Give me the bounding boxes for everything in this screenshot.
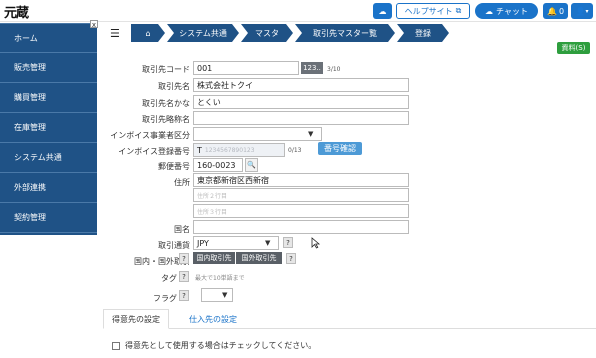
address-line1-input[interactable]: 東京都新宿区西新宿: [193, 173, 409, 187]
chat-button[interactable]: ☁ チャット: [475, 3, 538, 19]
hamburger-menu-icon[interactable]: ☰: [110, 27, 120, 40]
invoice-type-select[interactable]: [193, 127, 322, 141]
flag-select[interactable]: [201, 288, 233, 302]
chevron-down-icon: ▼: [222, 291, 228, 299]
breadcrumb-label: マスタ: [255, 28, 279, 38]
breadcrumb-label: システム共通: [179, 28, 227, 38]
sidebar-item-label: 契約管理: [14, 213, 46, 222]
tag-note: 最大で10単語まで: [195, 275, 245, 282]
address-line3-input[interactable]: 住所３行目: [193, 204, 409, 218]
kana-label: 取引先名かな: [142, 99, 190, 108]
customer-checkbox[interactable]: [112, 341, 120, 350]
sidebar-item-label: 購買管理: [14, 93, 46, 102]
address-line2-input[interactable]: 住所２行目: [193, 188, 409, 202]
sidebar-item-label: ホーム: [14, 33, 38, 43]
tag-label: タグ: [161, 274, 177, 283]
chat-label: チャット: [496, 6, 528, 16]
breadcrumb-label: 取引先マスター覧: [313, 28, 377, 38]
country-input[interactable]: [193, 220, 409, 234]
address-label: 住所: [174, 178, 190, 187]
breadcrumb-register: 登録: [397, 24, 449, 42]
sidebar-item-label: 外部連携: [14, 183, 46, 192]
sidebar-item-label: システム共通: [14, 153, 62, 162]
sidebar-item-system[interactable]: システム共通: [0, 143, 97, 173]
home-icon: ⌂: [145, 28, 151, 38]
domestic-option[interactable]: 国内取引先: [193, 252, 235, 264]
notification-button[interactable]: 🔔 0: [543, 3, 568, 19]
domestic-help2-button[interactable]: ?: [286, 253, 296, 264]
customer-check-row[interactable]: 得意先として使用する場合はチェックしてください。: [112, 340, 316, 351]
help-site-label: ヘルプサイト: [404, 6, 453, 16]
code-number-button[interactable]: 123..: [301, 62, 323, 74]
country-label: 国名: [174, 225, 190, 234]
check-number-button[interactable]: 番号確認: [318, 142, 362, 155]
help-site-button[interactable]: ヘルプサイト ⧉: [396, 3, 470, 19]
mouse-pointer-icon: [311, 237, 321, 249]
foreign-option[interactable]: 国外取引先: [236, 252, 282, 264]
flag-help-button[interactable]: ?: [179, 290, 189, 301]
zip-search-button[interactable]: 🔍: [245, 158, 258, 172]
invoice-prefix: T: [197, 145, 202, 155]
sidebar-item-purchase[interactable]: 購買管理: [0, 83, 97, 113]
cloud-icon: ☁: [378, 6, 387, 16]
cloud-chat-icon: ☁: [485, 6, 494, 16]
bell-icon: 🔔: [546, 6, 557, 16]
sidebar-item-contract[interactable]: 契約管理: [0, 203, 97, 233]
breadcrumb-master[interactable]: マスタ: [241, 24, 293, 42]
breadcrumb-label: 登録: [415, 28, 431, 38]
caret-down-icon: ▾: [585, 7, 589, 15]
app-logo[interactable]: 元蔵: [4, 2, 29, 21]
sidebar: ホーム 販売管理 購買管理 在庫管理 システム共通 外部連携 契約管理: [0, 23, 97, 235]
cloud-button[interactable]: ☁: [373, 3, 392, 19]
user-icon: 👤: [575, 6, 586, 16]
invoice-number-input[interactable]: T 1234567890123: [193, 143, 285, 157]
breadcrumb: ⌂ システム共通 マスタ 取引先マスター覧 登録: [131, 24, 451, 42]
invoice-counter: 0/13: [288, 147, 302, 154]
tab-customer-settings[interactable]: 得意先の設定: [103, 309, 169, 329]
materials-button[interactable]: 資料(S): [557, 42, 590, 54]
chevron-down-icon: ▼: [308, 130, 314, 138]
notification-count: 0: [558, 6, 565, 16]
kana-input[interactable]: とくい: [193, 95, 409, 109]
tag-help-button[interactable]: ?: [179, 271, 189, 282]
name-input[interactable]: 株式会社トクイ: [193, 78, 409, 92]
sidebar-close-button[interactable]: x: [90, 20, 98, 29]
top-bar: 元蔵 ☁ ヘルプサイト ⧉ ☁ チャット 🔔 0 👤 ▾: [0, 0, 596, 22]
settings-tabs: 得意先の設定 仕入先の設定: [103, 309, 596, 329]
user-menu-button[interactable]: 👤 ▾: [571, 3, 593, 19]
domestic-label: 国内・国外取引: [134, 257, 190, 266]
breadcrumb-partner-list[interactable]: 取引先マスター覧: [295, 24, 395, 42]
chevron-down-icon: ▼: [265, 239, 271, 247]
invoice-type-label: インボイス事業者区分: [110, 131, 190, 140]
currency-help-button[interactable]: ?: [283, 237, 293, 248]
code-counter: 3/10: [327, 66, 341, 73]
search-icon: 🔍: [247, 161, 256, 169]
breadcrumb-home[interactable]: ⌂: [131, 24, 165, 42]
sidebar-item-label: 在庫管理: [14, 123, 46, 132]
breadcrumb-system[interactable]: システム共通: [167, 24, 239, 42]
code-input[interactable]: 001: [193, 61, 299, 75]
sidebar-item-sales[interactable]: 販売管理: [0, 53, 97, 83]
external-link-icon: ⧉: [455, 6, 462, 15]
customer-check-label: 得意先として使用する場合はチェックしてください。: [125, 341, 317, 350]
short-name-input[interactable]: [193, 111, 409, 125]
invoice-placeholder: 1234567890123: [204, 146, 255, 154]
currency-label: 取引通貨: [158, 241, 190, 250]
sidebar-item-home[interactable]: ホーム: [0, 23, 97, 53]
name-label: 取引先名: [158, 82, 190, 91]
invoice-number-label: インボイス登録番号: [118, 147, 190, 156]
sidebar-item-label: 販売管理: [14, 63, 46, 72]
domestic-help-button[interactable]: ?: [179, 253, 189, 264]
zip-input[interactable]: 160-0023: [193, 158, 243, 172]
zip-label: 郵便番号: [158, 162, 190, 171]
code-label: 取引先コード: [142, 65, 190, 74]
tab-supplier-settings[interactable]: 仕入先の設定: [181, 309, 245, 329]
short-name-label: 取引先略称名: [142, 115, 190, 124]
sidebar-item-inventory[interactable]: 在庫管理: [0, 113, 97, 143]
flag-label: フラグ: [153, 294, 177, 303]
sidebar-item-external[interactable]: 外部連携: [0, 173, 97, 203]
